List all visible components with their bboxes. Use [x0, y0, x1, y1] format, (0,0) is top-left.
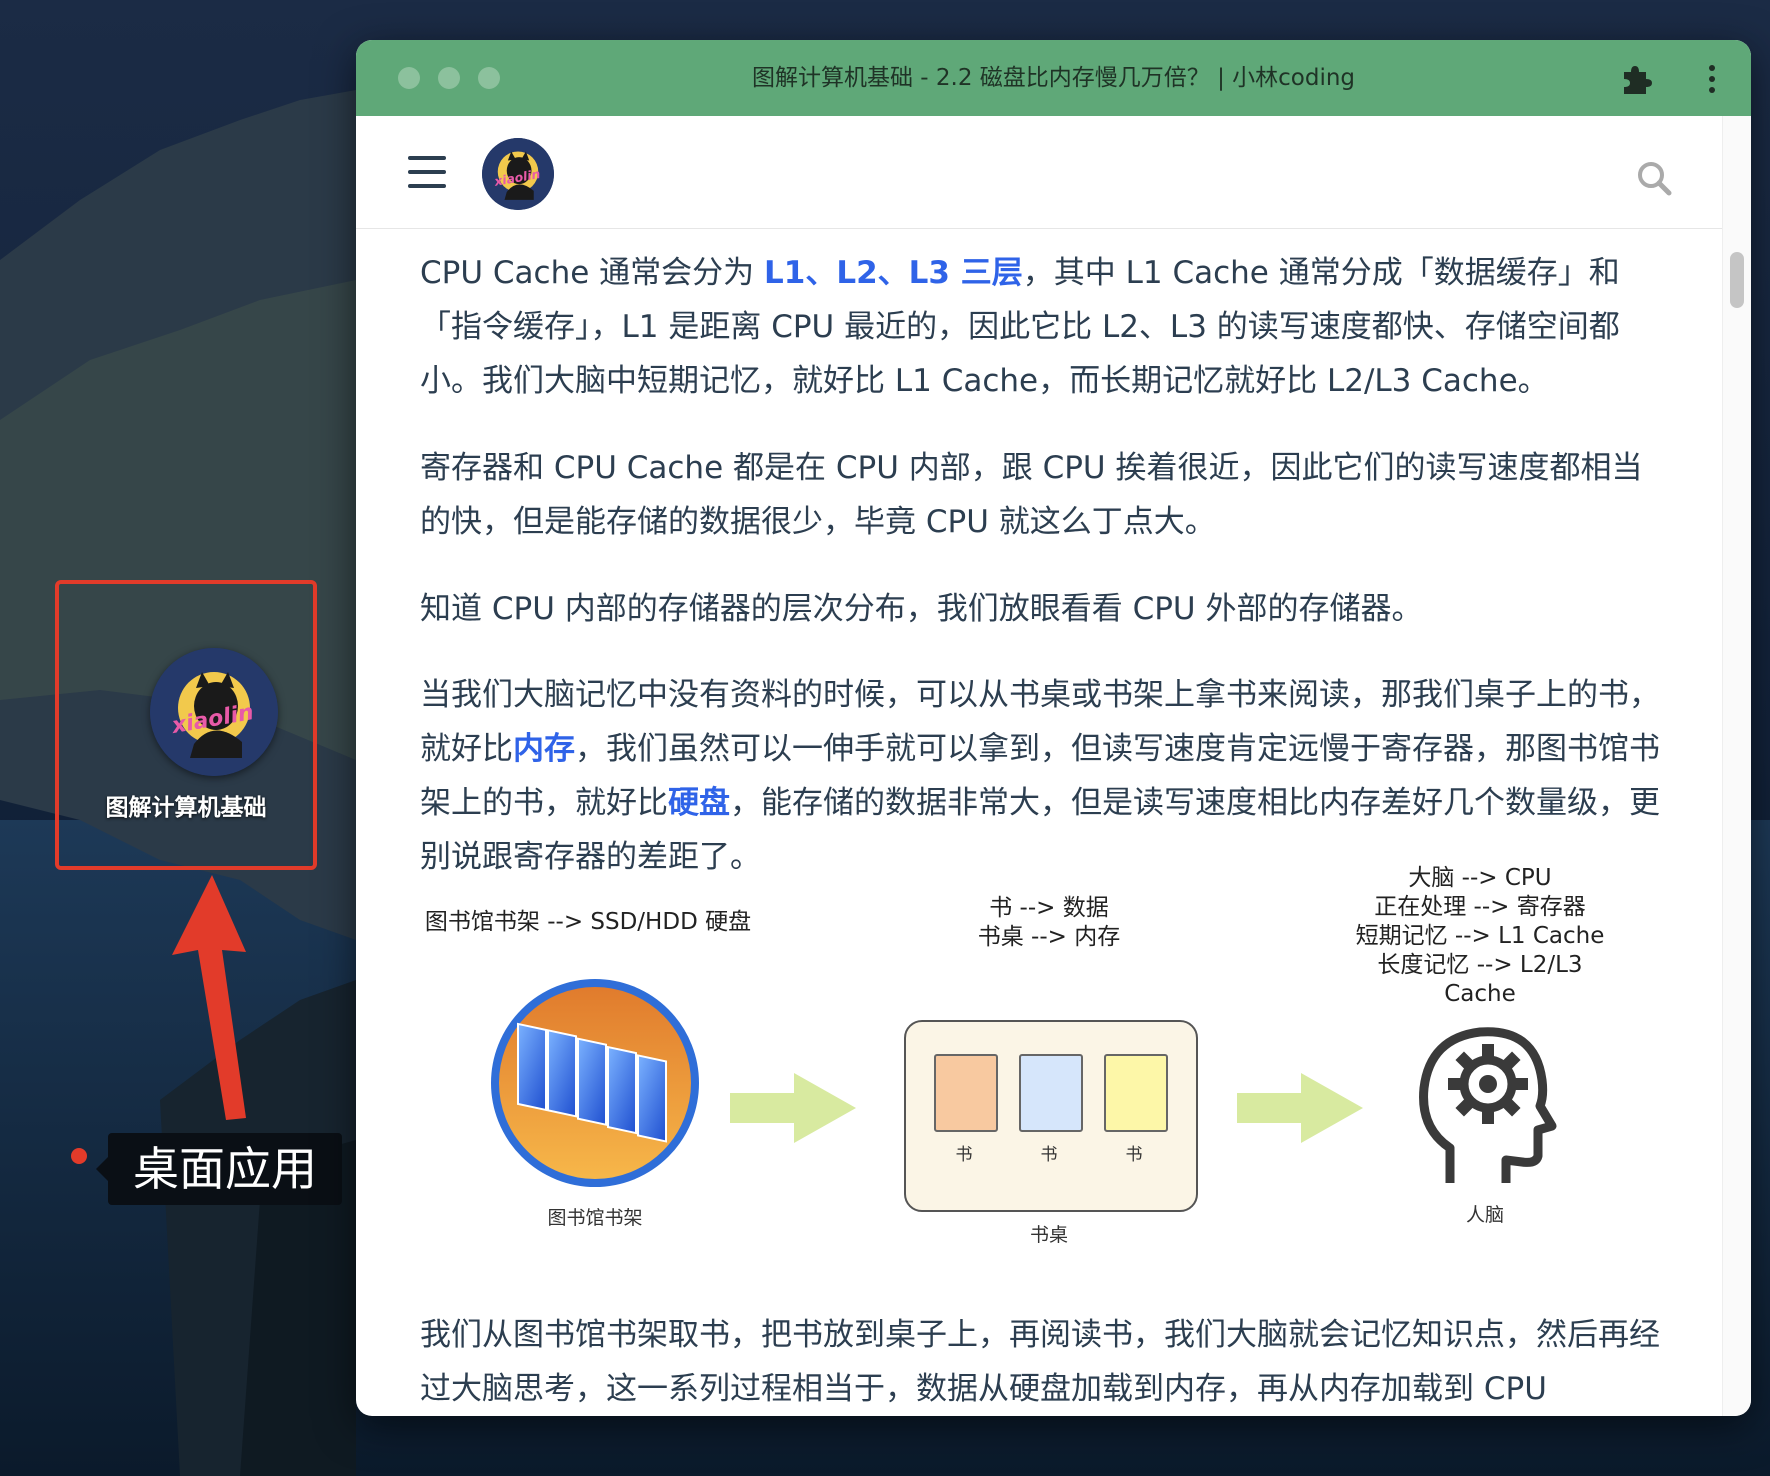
window-titlebar[interactable]: 图解计算机基础 - 2.2 磁盘比内存慢几万倍？ | 小林coding	[356, 40, 1751, 116]
site-navbar: xiaolin	[356, 116, 1722, 229]
search-icon[interactable]	[1636, 160, 1672, 196]
hamburger-menu-icon[interactable]	[408, 156, 446, 188]
head-gear-icon	[1419, 1027, 1557, 1183]
library-heading: 图书馆书架 --> SSD/HDD 硬盘	[424, 909, 752, 935]
paragraph-memory-hierarchy: 知道 CPU 内部的存储器的层次分布，我们放眼看看 CPU 外部的存储器。	[420, 591, 1423, 627]
desk-heading-2: 书桌 --> 内存	[977, 924, 1121, 950]
book-label: 书	[955, 1145, 973, 1165]
storage-analogy-diagram: 图书馆书架 --> SSD/HDD 硬盘 图书馆书架 书 --> 数据 书桌 -…	[420, 865, 1670, 1288]
text-span: CPU Cache 通常会分为	[420, 255, 764, 291]
window-title: 图解计算机基础 - 2.2 磁盘比内存慢几万倍？ | 小林coding	[751, 65, 1356, 91]
highlight-disk: 硬盘	[668, 785, 730, 821]
brain-heading-3: 短期记忆 --> L1 Cache	[1355, 923, 1605, 949]
right-arrow-icon	[1237, 1073, 1363, 1143]
site-logo[interactable]: xiaolin	[482, 138, 554, 210]
book-icon	[1104, 1054, 1168, 1132]
more-menu-icon[interactable]	[1704, 62, 1720, 96]
scrollbar-thumb[interactable]	[1730, 252, 1744, 308]
book-icon	[934, 1054, 998, 1132]
extensions-puzzle-icon[interactable]	[1618, 62, 1652, 96]
callout-text: 桌面应用	[133, 1142, 317, 1196]
brain-caption: 人脑	[1465, 1204, 1504, 1226]
server-rack-icon	[491, 979, 699, 1187]
highlight-l1-l2-l3: L1、L2、L3 三层	[764, 255, 1023, 291]
app-window: 图解计算机基础 - 2.2 磁盘比内存慢几万倍？ | 小林coding xiao…	[356, 40, 1751, 1416]
cat-logo-icon: xiaolin	[482, 138, 554, 210]
callout-dot	[71, 1148, 87, 1164]
brain-heading-4: 长度记忆 --> L2/L3 Cache	[1377, 952, 1583, 1007]
library-caption: 图书馆书架	[547, 1207, 643, 1229]
book-icon	[1019, 1054, 1083, 1132]
paragraph-reading-process: 我们从图书馆书架取书，把书放到桌子上，再阅读书，我们大脑就会记忆知识点，然后再经…	[420, 1317, 1660, 1407]
book-label: 书	[1040, 1145, 1058, 1165]
article-content: CPU Cache 通常会分为 L1、L2、L3 三层，其中 L1 Cache …	[420, 228, 1670, 1416]
desk-box: 书 书 书	[904, 1020, 1198, 1212]
paragraph-cpu-cache: CPU Cache 通常会分为 L1、L2、L3 三层，其中 L1 Cache …	[420, 246, 1670, 408]
vertical-scrollbar[interactable]	[1722, 116, 1751, 1416]
desktop-app-label[interactable]: 图解计算机基础	[58, 788, 314, 822]
desktop-app-icon[interactable]: xiaolin	[150, 648, 278, 776]
brain-heading-2: 正在处理 --> 寄存器	[1374, 894, 1586, 920]
highlight-memory: 内存	[513, 731, 575, 767]
right-arrow-icon	[730, 1073, 856, 1143]
desk-heading-1: 书 --> 数据	[989, 895, 1109, 921]
paragraph-registers: 寄存器和 CPU Cache 都是在 CPU 内部，跟 CPU 挨着很近，因此它…	[420, 450, 1643, 540]
paragraph-library-analogy: 当我们大脑记忆中没有资料的时候，可以从书桌或书架上拿书来阅读，那我们桌子上的书，…	[420, 668, 1670, 884]
desk-caption: 书桌	[1029, 1224, 1068, 1246]
brain-heading-1: 大脑 --> CPU	[1408, 865, 1552, 891]
book-label: 书	[1125, 1145, 1143, 1165]
callout-box: 桌面应用	[96, 1133, 342, 1205]
cat-logo-icon: xiaolin	[150, 648, 278, 776]
